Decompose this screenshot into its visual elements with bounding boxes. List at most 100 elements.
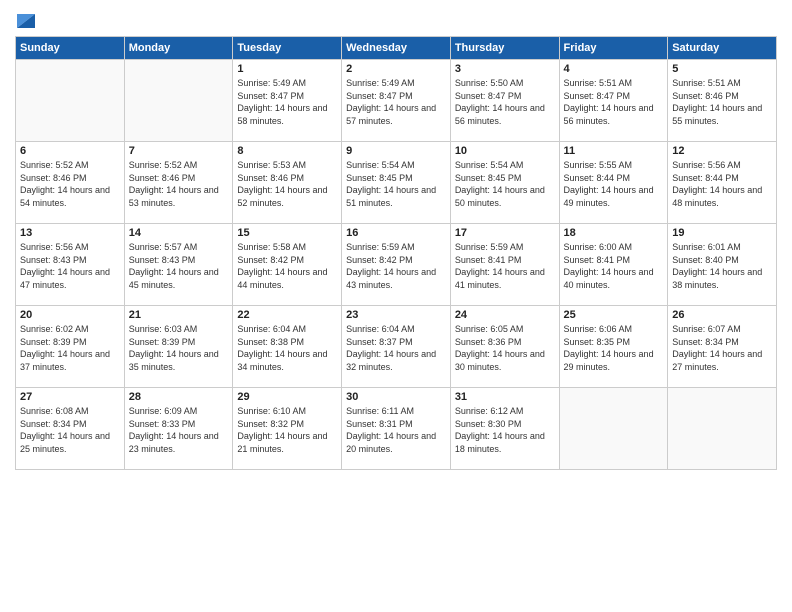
calendar-week-row: 27 Sunrise: 6:08 AMSunset: 8:34 PMDayligh… <box>16 388 777 470</box>
calendar-day-cell <box>124 60 233 142</box>
weekday-header: Friday <box>559 37 668 60</box>
day-info: Sunrise: 6:00 AMSunset: 8:41 PMDaylight:… <box>564 241 664 291</box>
day-number: 1 <box>237 63 337 75</box>
day-info: Sunrise: 5:57 AMSunset: 8:43 PMDaylight:… <box>129 241 229 291</box>
day-info: Sunrise: 5:50 AMSunset: 8:47 PMDaylight:… <box>455 77 555 127</box>
calendar-day-cell: 28 Sunrise: 6:09 AMSunset: 8:33 PMDayligh… <box>124 388 233 470</box>
calendar-day-cell: 18 Sunrise: 6:00 AMSunset: 8:41 PMDayligh… <box>559 224 668 306</box>
calendar-day-cell: 21Sunrise: 6:03 AMSunset: 8:39 PMDayligh… <box>124 306 233 388</box>
calendar-day-cell: 15Sunrise: 5:58 AMSunset: 8:42 PMDayligh… <box>233 224 342 306</box>
day-info: Sunrise: 5:56 AMSunset: 8:44 PMDaylight:… <box>672 159 772 209</box>
calendar-day-cell: 7 Sunrise: 5:52 AMSunset: 8:46 PMDaylight… <box>124 142 233 224</box>
day-number: 4 <box>564 63 664 75</box>
calendar-day-cell <box>16 60 125 142</box>
calendar-day-cell: 25 Sunrise: 6:06 AMSunset: 8:35 PMDayligh… <box>559 306 668 388</box>
logo <box>15 10 35 28</box>
calendar-day-cell <box>559 388 668 470</box>
calendar-week-row: 20 Sunrise: 6:02 AMSunset: 8:39 PMDayligh… <box>16 306 777 388</box>
calendar-week-row: 6 Sunrise: 5:52 AMSunset: 8:46 PMDaylight… <box>16 142 777 224</box>
day-info: Sunrise: 5:49 AMSunset: 8:47 PMDaylight:… <box>237 77 337 127</box>
day-info: Sunrise: 6:01 AMSunset: 8:40 PMDaylight:… <box>672 241 772 291</box>
day-number: 29 <box>237 391 337 403</box>
weekday-header: Monday <box>124 37 233 60</box>
day-info: Sunrise: 6:02 AMSunset: 8:39 PMDaylight:… <box>20 323 120 373</box>
calendar-day-cell: 9 Sunrise: 5:54 AMSunset: 8:45 PMDaylight… <box>342 142 451 224</box>
calendar-week-row: 13Sunrise: 5:56 AMSunset: 8:43 PMDayligh… <box>16 224 777 306</box>
day-info: Sunrise: 5:51 AMSunset: 8:47 PMDaylight:… <box>564 77 664 127</box>
calendar-day-cell: 22 Sunrise: 6:04 AMSunset: 8:38 PMDayligh… <box>233 306 342 388</box>
calendar: SundayMondayTuesdayWednesdayThursdayFrid… <box>15 36 777 470</box>
day-info: Sunrise: 5:59 AMSunset: 8:42 PMDaylight:… <box>346 241 446 291</box>
calendar-day-cell: 24 Sunrise: 6:05 AMSunset: 8:36 PMDayligh… <box>450 306 559 388</box>
calendar-day-cell <box>668 388 777 470</box>
calendar-day-cell: 3 Sunrise: 5:50 AMSunset: 8:47 PMDaylight… <box>450 60 559 142</box>
calendar-day-cell: 4 Sunrise: 5:51 AMSunset: 8:47 PMDaylight… <box>559 60 668 142</box>
page: SundayMondayTuesdayWednesdayThursdayFrid… <box>0 0 792 612</box>
day-number: 20 <box>20 309 120 321</box>
header <box>15 10 777 28</box>
calendar-day-cell: 6 Sunrise: 5:52 AMSunset: 8:46 PMDaylight… <box>16 142 125 224</box>
day-number: 16 <box>346 227 446 239</box>
calendar-day-cell: 14Sunrise: 5:57 AMSunset: 8:43 PMDayligh… <box>124 224 233 306</box>
weekday-header: Tuesday <box>233 37 342 60</box>
day-info: Sunrise: 5:51 AMSunset: 8:46 PMDaylight:… <box>672 77 772 127</box>
day-number: 22 <box>237 309 337 321</box>
day-info: Sunrise: 5:59 AMSunset: 8:41 PMDaylight:… <box>455 241 555 291</box>
day-number: 27 <box>20 391 120 403</box>
day-info: Sunrise: 5:49 AMSunset: 8:47 PMDaylight:… <box>346 77 446 127</box>
day-number: 24 <box>455 309 555 321</box>
day-info: Sunrise: 5:52 AMSunset: 8:46 PMDaylight:… <box>129 159 229 209</box>
day-info: Sunrise: 6:05 AMSunset: 8:36 PMDaylight:… <box>455 323 555 373</box>
day-info: Sunrise: 6:09 AMSunset: 8:33 PMDaylight:… <box>129 405 229 455</box>
day-number: 25 <box>564 309 664 321</box>
day-info: Sunrise: 5:52 AMSunset: 8:46 PMDaylight:… <box>20 159 120 209</box>
calendar-day-cell: 10Sunrise: 5:54 AMSunset: 8:45 PMDayligh… <box>450 142 559 224</box>
day-number: 5 <box>672 63 772 75</box>
day-number: 21 <box>129 309 229 321</box>
calendar-day-cell: 30 Sunrise: 6:11 AMSunset: 8:31 PMDayligh… <box>342 388 451 470</box>
calendar-day-cell: 20 Sunrise: 6:02 AMSunset: 8:39 PMDayligh… <box>16 306 125 388</box>
day-number: 23 <box>346 309 446 321</box>
calendar-day-cell: 1 Sunrise: 5:49 AMSunset: 8:47 PMDaylight… <box>233 60 342 142</box>
day-info: Sunrise: 5:54 AMSunset: 8:45 PMDaylight:… <box>346 159 446 209</box>
logo-icon <box>17 6 35 28</box>
calendar-day-cell: 23 Sunrise: 6:04 AMSunset: 8:37 PMDayligh… <box>342 306 451 388</box>
day-number: 9 <box>346 145 446 157</box>
day-info: Sunrise: 6:07 AMSunset: 8:34 PMDaylight:… <box>672 323 772 373</box>
calendar-day-cell: 16 Sunrise: 5:59 AMSunset: 8:42 PMDayligh… <box>342 224 451 306</box>
day-info: Sunrise: 5:54 AMSunset: 8:45 PMDaylight:… <box>455 159 555 209</box>
day-number: 28 <box>129 391 229 403</box>
day-info: Sunrise: 6:08 AMSunset: 8:34 PMDaylight:… <box>20 405 120 455</box>
calendar-week-row: 1 Sunrise: 5:49 AMSunset: 8:47 PMDaylight… <box>16 60 777 142</box>
calendar-day-cell: 29Sunrise: 6:10 AMSunset: 8:32 PMDayligh… <box>233 388 342 470</box>
day-number: 18 <box>564 227 664 239</box>
calendar-day-cell: 19Sunrise: 6:01 AMSunset: 8:40 PMDayligh… <box>668 224 777 306</box>
day-info: Sunrise: 6:04 AMSunset: 8:38 PMDaylight:… <box>237 323 337 373</box>
day-info: Sunrise: 5:53 AMSunset: 8:46 PMDaylight:… <box>237 159 337 209</box>
weekday-header: Sunday <box>16 37 125 60</box>
calendar-day-cell: 11 Sunrise: 5:55 AMSunset: 8:44 PMDayligh… <box>559 142 668 224</box>
calendar-day-cell: 31Sunrise: 6:12 AMSunset: 8:30 PMDayligh… <box>450 388 559 470</box>
day-number: 2 <box>346 63 446 75</box>
weekday-header: Saturday <box>668 37 777 60</box>
day-number: 15 <box>237 227 337 239</box>
day-info: Sunrise: 6:06 AMSunset: 8:35 PMDaylight:… <box>564 323 664 373</box>
day-number: 11 <box>564 145 664 157</box>
day-number: 3 <box>455 63 555 75</box>
weekday-header: Wednesday <box>342 37 451 60</box>
day-number: 13 <box>20 227 120 239</box>
day-number: 31 <box>455 391 555 403</box>
day-number: 30 <box>346 391 446 403</box>
day-number: 6 <box>20 145 120 157</box>
day-info: Sunrise: 6:04 AMSunset: 8:37 PMDaylight:… <box>346 323 446 373</box>
calendar-day-cell: 26 Sunrise: 6:07 AMSunset: 8:34 PMDayligh… <box>668 306 777 388</box>
calendar-day-cell: 5 Sunrise: 5:51 AMSunset: 8:46 PMDaylight… <box>668 60 777 142</box>
day-number: 26 <box>672 309 772 321</box>
day-number: 12 <box>672 145 772 157</box>
calendar-day-cell: 27 Sunrise: 6:08 AMSunset: 8:34 PMDayligh… <box>16 388 125 470</box>
day-info: Sunrise: 5:55 AMSunset: 8:44 PMDaylight:… <box>564 159 664 209</box>
day-info: Sunrise: 6:11 AMSunset: 8:31 PMDaylight:… <box>346 405 446 455</box>
day-number: 7 <box>129 145 229 157</box>
day-number: 8 <box>237 145 337 157</box>
calendar-day-cell: 2 Sunrise: 5:49 AMSunset: 8:47 PMDaylight… <box>342 60 451 142</box>
